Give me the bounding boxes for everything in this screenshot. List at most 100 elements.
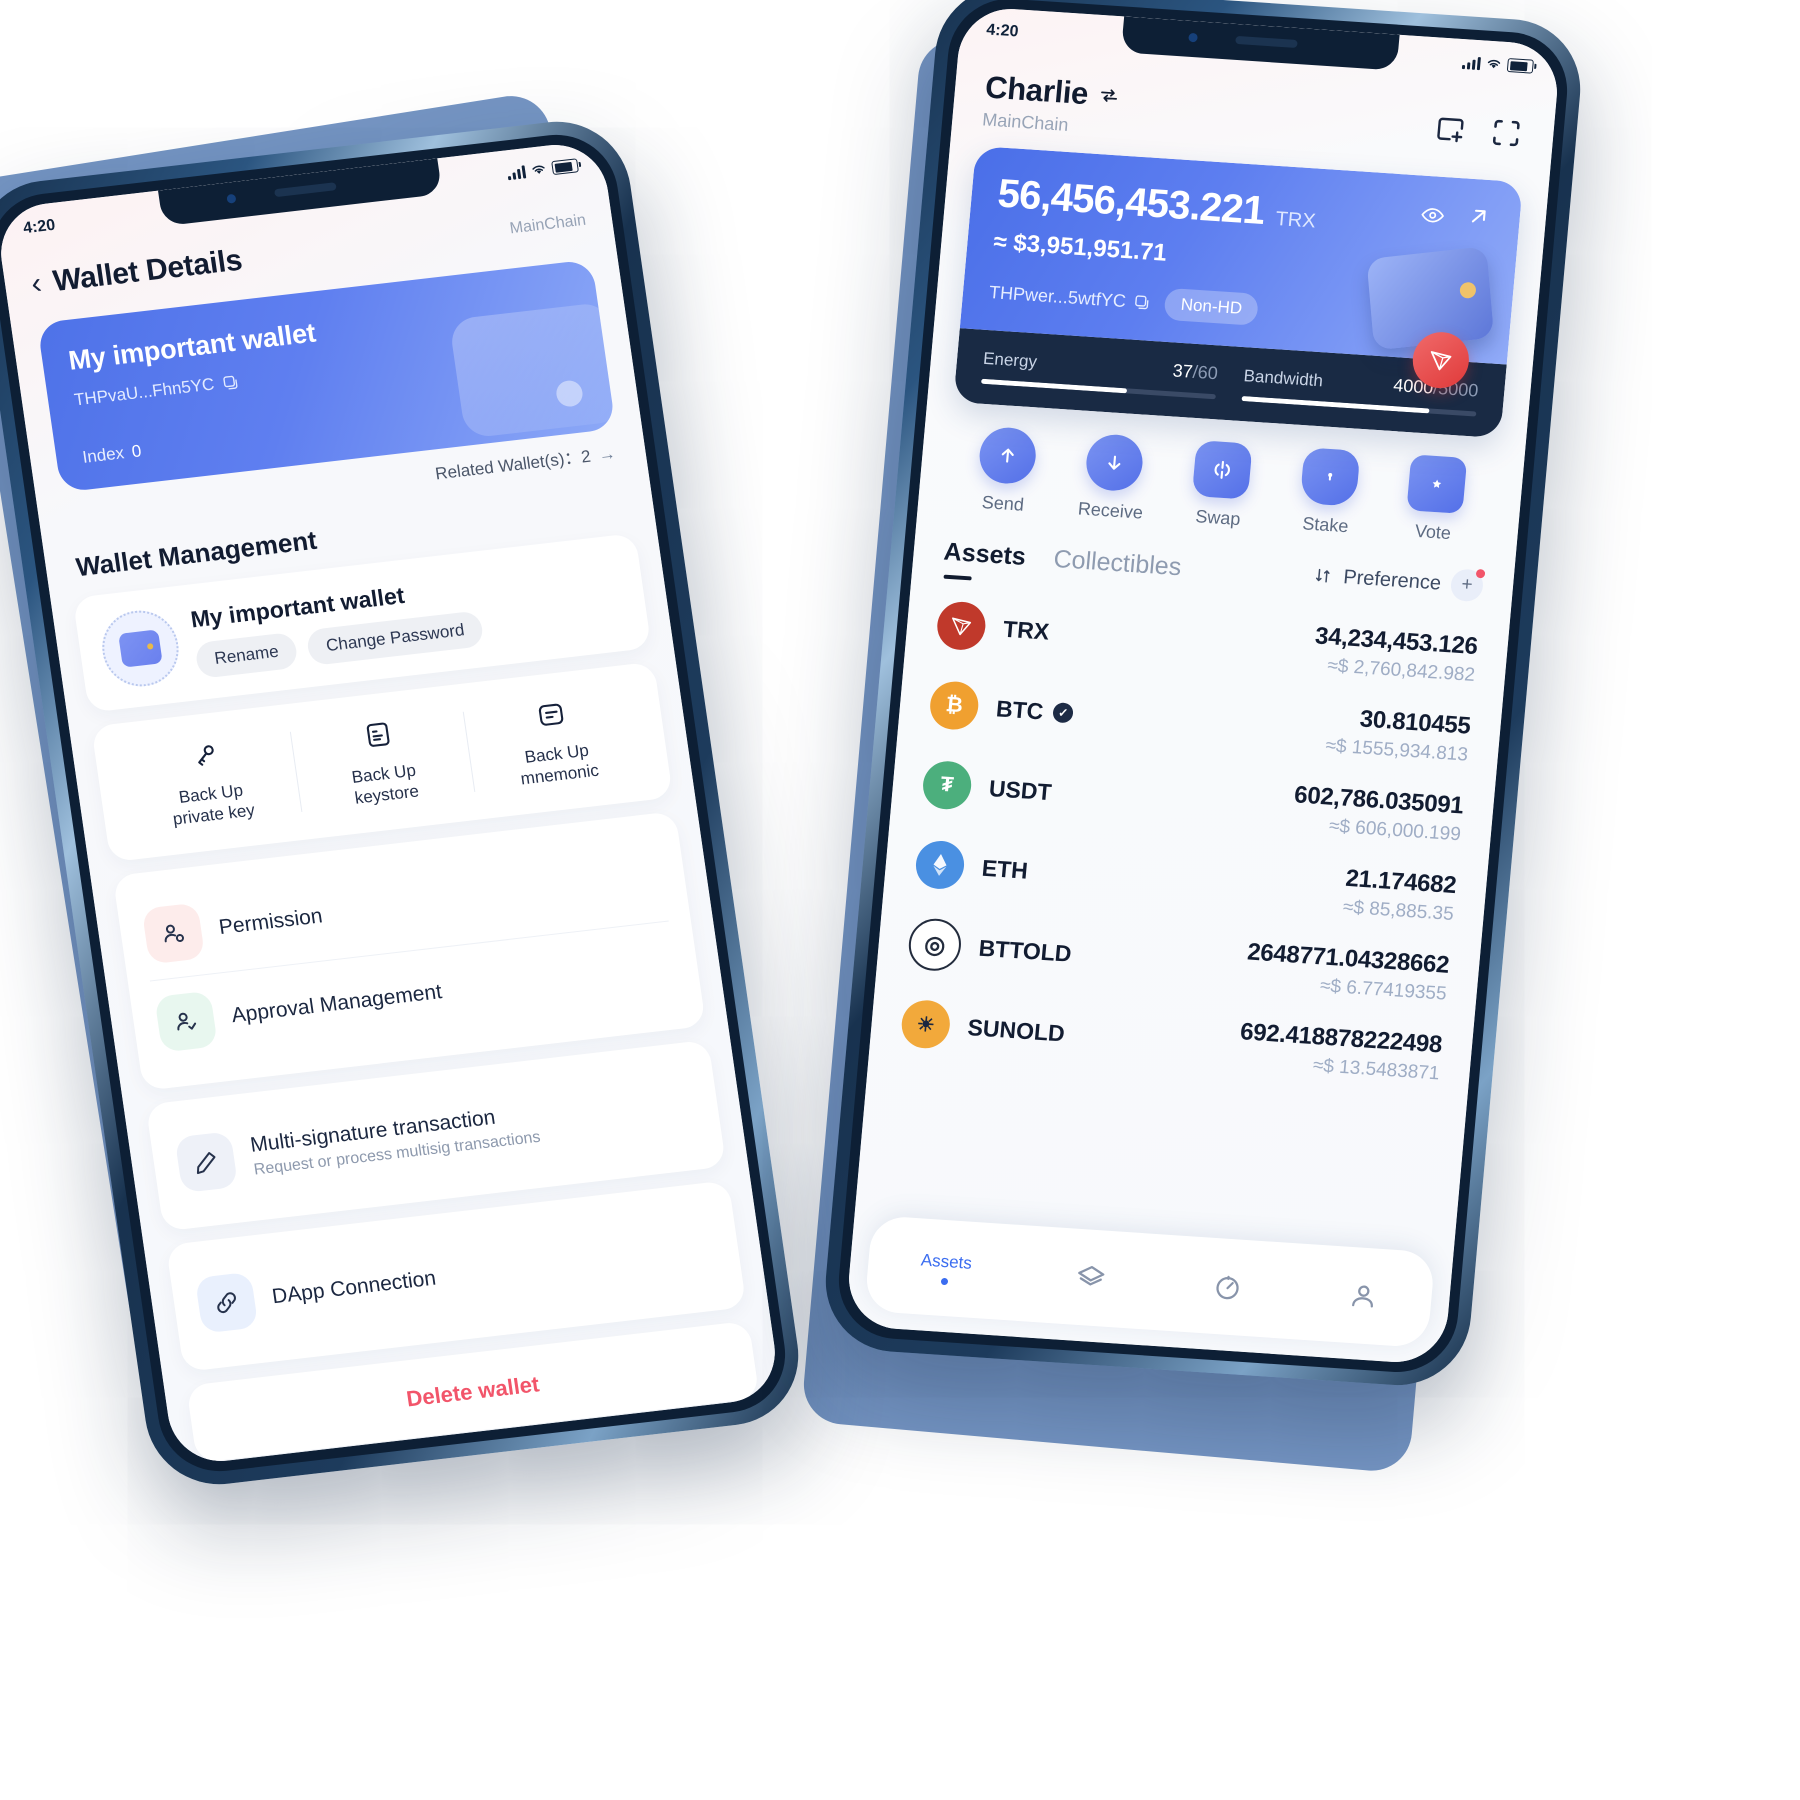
- tab-assets[interactable]: Assets: [943, 538, 1027, 572]
- assets-list: TRX 34,234,453.126 ≈$ 2,760,842.982 ₿ BT…: [868, 565, 1511, 1101]
- quick-action-stake[interactable]: Stake: [1274, 446, 1383, 539]
- scan-qr-icon[interactable]: [1488, 115, 1525, 151]
- link-icon: [194, 1271, 259, 1334]
- active-indicator-dot: [940, 1277, 949, 1285]
- menu-item-dapp-label: DApp Connection: [270, 1266, 438, 1308]
- add-wallet-icon[interactable]: [1432, 111, 1469, 147]
- quick-action-vote[interactable]: Vote: [1382, 453, 1491, 546]
- backup-list: Back Up private key Back Up keystore Bac…: [116, 684, 649, 840]
- quick-action-receive[interactable]: Receive: [1059, 431, 1168, 524]
- menu-item-dapp-text: DApp Connection: [271, 1266, 438, 1309]
- wallet-address-row[interactable]: THPwer...5wtfYC: [988, 282, 1152, 314]
- account-name-row[interactable]: Charlie: [984, 69, 1122, 114]
- backup-mnemonic-button[interactable]: Back Up mnemonic: [462, 684, 649, 800]
- balance-card: 56,456,453.221 TRX ≈ $3,951,951.71 THPwe…: [953, 145, 1524, 439]
- wifi-icon: [532, 165, 545, 174]
- resource-bandwidth-label: Bandwidth: [1242, 366, 1324, 391]
- profile-icon: [1351, 1285, 1373, 1308]
- backup-private-key-button[interactable]: Back Up private key: [116, 724, 303, 840]
- chain-label: MainChain: [981, 109, 1070, 135]
- back-button[interactable]: ‹: [29, 267, 44, 301]
- status-indicators: [506, 158, 579, 180]
- trx-coin-icon: [935, 600, 988, 652]
- tabbar-assets-label: Assets: [920, 1249, 973, 1273]
- shield-lock-icon: [1299, 447, 1361, 507]
- tabbar-item-layers[interactable]: [1074, 1261, 1109, 1295]
- screenshot-stage: 4:20 ‹ Wallet Details MainChain My impor…: [0, 0, 1800, 1800]
- explore-compass-icon: [1215, 1275, 1239, 1300]
- tabbar-item-profile[interactable]: [1346, 1279, 1381, 1313]
- phone-bezel-right: 4:20 Charlie MainChain 56,456,453.221 TR…: [833, 0, 1573, 1376]
- tabbar-item-explore[interactable]: [1210, 1270, 1245, 1304]
- menu-item-dapp-connection[interactable]: DApp Connection: [190, 1202, 721, 1349]
- approval-user-check-icon: [154, 990, 218, 1053]
- permission-user-icon: [141, 902, 206, 964]
- asset-values: 21.174682 ≈$ 85,885.35: [1342, 865, 1457, 926]
- related-wallets-label: Related Wallet(s)：2: [434, 446, 592, 484]
- wallet-avatar-icon[interactable]: [97, 606, 184, 691]
- cellular-signal-icon: [1461, 56, 1481, 70]
- asset-symbol: BTC ✓: [995, 695, 1075, 727]
- index-value: 0: [130, 441, 143, 462]
- copy-icon[interactable]: [1133, 293, 1151, 311]
- phone-wallet-home: 4:20 Charlie MainChain 56,456,453.221 TR…: [819, 0, 1587, 1390]
- wallet-home-page: Charlie MainChain 56,456,453.221 TRX ≈ $…: [844, 5, 1562, 1366]
- bttold-coin-icon: ◎: [906, 917, 964, 973]
- backup-private-key-label: Back Up private key: [171, 780, 257, 829]
- switch-account-icon[interactable]: [1097, 84, 1121, 107]
- asset-symbol: SUNOLD: [966, 1013, 1066, 1046]
- resource-energy-row: Energy 37/60: [982, 348, 1218, 384]
- key-icon: [122, 729, 288, 781]
- wallet-card-decoration: [448, 301, 616, 439]
- header-actions: [1432, 99, 1526, 151]
- asset-symbol: BTTOLD: [977, 934, 1073, 967]
- status-indicators: [1461, 55, 1534, 74]
- keystore-file-icon: [295, 709, 461, 761]
- index-label: Index: [81, 443, 126, 467]
- asset-values: 2648771.04328662 ≈$ 6.77419355: [1244, 939, 1450, 1006]
- resource-energy[interactable]: Energy 37/60: [980, 348, 1219, 400]
- pencil-icon: [174, 1130, 239, 1193]
- usdt-coin-icon: ₮: [921, 759, 974, 811]
- asset-usd: ≈$ 85,885.35: [1342, 896, 1455, 926]
- quick-action-swap[interactable]: Swap: [1167, 439, 1276, 532]
- menu-item-permission-label: Permission: [217, 903, 324, 939]
- tabbar-item-assets[interactable]: Assets: [919, 1250, 973, 1286]
- sort-arrows-icon: [1316, 568, 1330, 583]
- status-time: 4:20: [985, 21, 1020, 41]
- quick-action-send[interactable]: Send: [952, 424, 1061, 517]
- verified-badge-icon: ✓: [1052, 702, 1075, 724]
- arrow-up-right-icon[interactable]: [1465, 203, 1493, 231]
- wallet-address: THPvaU...Fhn5YC: [72, 374, 216, 410]
- add-token-icon[interactable]: +: [1449, 568, 1485, 603]
- menu-item-approval-text: Approval Management: [230, 980, 443, 1028]
- account-name: Charlie: [983, 69, 1090, 112]
- wallet-details-page: ‹ Wallet Details MainChain My important …: [0, 139, 782, 1467]
- arrow-up-icon: [976, 425, 1038, 486]
- wallet-row: My important wallet Rename Change Passwo…: [97, 555, 627, 691]
- change-password-button[interactable]: Change Password: [305, 609, 485, 666]
- balance-amount: 56,456,453.221: [995, 171, 1267, 234]
- asset-symbol: TRX: [1002, 615, 1051, 645]
- eth-coin-icon: [913, 839, 967, 891]
- asset-symbol: ETH: [980, 854, 1030, 884]
- resource-energy-value: 37/60: [1171, 360, 1219, 384]
- earpiece-speaker: [273, 182, 337, 198]
- eye-icon[interactable]: [1419, 202, 1447, 230]
- asset-values: 692.418878222498 ≈$ 13.5483871: [1237, 1018, 1443, 1085]
- phone-wallet-details: 4:20 ‹ Wallet Details MainChain My impor…: [0, 114, 808, 1492]
- backup-mnemonic-label: Back Up mnemonic: [519, 740, 601, 789]
- asset-values: 34,234,453.126 ≈$ 2,760,842.982: [1312, 622, 1479, 687]
- backup-keystore-label: Back Up keystore: [350, 760, 421, 808]
- earpiece-speaker: [1234, 35, 1298, 48]
- account-block[interactable]: Charlie MainChain: [981, 69, 1121, 139]
- arrow-right-icon: →: [597, 443, 617, 465]
- swap-icon: [1191, 440, 1253, 500]
- copy-icon[interactable]: [221, 373, 240, 392]
- bottom-tab-bar: Assets: [864, 1215, 1436, 1349]
- backup-keystore-button[interactable]: Back Up keystore: [289, 704, 476, 820]
- menu-item-multisig[interactable]: Multi-signature transaction Request or p…: [170, 1062, 701, 1209]
- menu-item-permission-text: Permission: [217, 904, 324, 940]
- rename-button[interactable]: Rename: [194, 631, 299, 679]
- status-time: 4:20: [22, 216, 57, 238]
